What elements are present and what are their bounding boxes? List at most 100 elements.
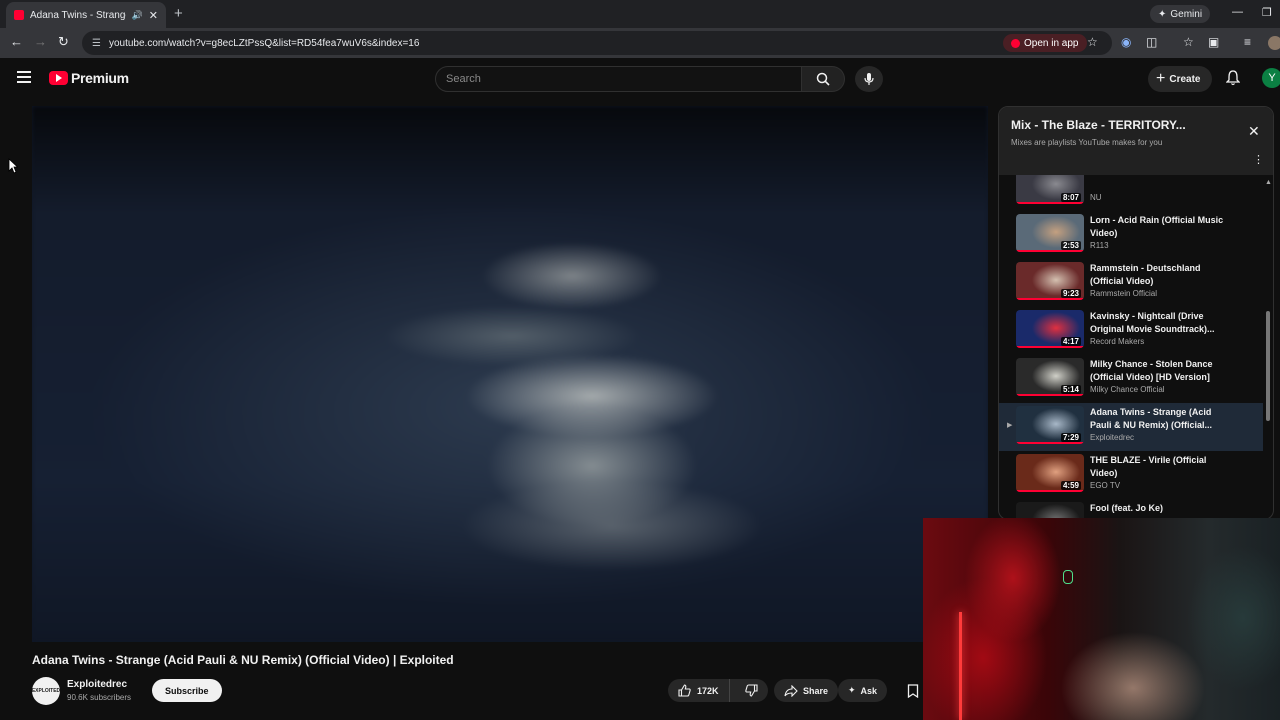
sparkle-ask-icon: ✦	[848, 685, 856, 695]
playlist-item[interactable]: 9:23 Rammstein - Deutschland (Official Vi…	[999, 259, 1263, 307]
extensions-puzzle-icon[interactable]: ◫	[1146, 35, 1157, 49]
playlist-thumbnail[interactable]: 4:59	[1016, 454, 1084, 492]
new-tab-button[interactable]: +	[174, 6, 183, 21]
playlist-item[interactable]: 4:17 Kavinsky - Nightcall (Drive Original…	[999, 307, 1263, 355]
sparkle-icon: ✦	[1158, 8, 1167, 20]
playlist-thumbnail[interactable]: 7:29	[1016, 406, 1084, 444]
minimize-icon[interactable]: —	[1232, 6, 1243, 18]
site-info-icon[interactable]: ☰	[92, 38, 101, 49]
playlist-item-duration: 4:17	[1060, 337, 1081, 346]
playlist-thumbnail[interactable]: 9:23	[1016, 262, 1084, 300]
watched-progress-bar	[1016, 442, 1084, 444]
reload-icon[interactable]: ↻	[58, 35, 69, 49]
ask-button[interactable]: ✦ Ask	[838, 679, 888, 702]
speaker-icon[interactable]: 🔊	[132, 10, 143, 21]
playlist-thumbnail[interactable]: 8:07	[1016, 175, 1084, 204]
share-button[interactable]: Share	[774, 679, 839, 702]
bookmarks-icon[interactable]: ☆	[1183, 35, 1194, 49]
neon-light	[959, 612, 962, 720]
scroll-up-icon[interactable]: ▲	[1265, 179, 1272, 186]
scrollbar-thumb[interactable]	[1266, 311, 1270, 421]
tab-title: Adana Twins - Strange (Acid Pauli & NU R…	[30, 9, 126, 21]
restore-icon[interactable]: ❐	[1262, 6, 1272, 19]
playlist-item-title[interactable]: Milky Chance - Stolen Dance (Official Vi…	[1090, 358, 1225, 384]
watched-progress-bar	[1016, 202, 1084, 204]
playlist-title[interactable]: Mix - The Blaze - TERRITORY...	[1011, 118, 1186, 132]
back-icon[interactable]: ←	[10, 35, 23, 49]
playlist-item-channel: NU	[1090, 193, 1102, 202]
search-box[interactable]	[435, 66, 802, 92]
now-playing-icon: ▶	[1007, 422, 1013, 429]
playlist-thumbnail[interactable]: 2:53	[1016, 214, 1084, 252]
playlist-item[interactable]: 8:07 NU	[999, 175, 1263, 211]
browser-profile-avatar[interactable]	[1268, 36, 1280, 50]
reading-list-icon[interactable]: ≡	[1244, 35, 1251, 49]
playlist-item-duration: 5:14	[1060, 385, 1081, 394]
playlist-item-channel: Milky Chance Official	[1090, 385, 1165, 394]
dislike-button[interactable]	[735, 679, 768, 702]
create-label: Create	[1169, 73, 1201, 85]
search-input[interactable]	[446, 73, 801, 85]
save-bookmark-icon[interactable]	[907, 684, 919, 698]
video-player[interactable]	[32, 106, 988, 642]
extension-icon[interactable]: ◉	[1121, 35, 1131, 49]
microphone-icon	[864, 73, 874, 85]
close-playlist-icon[interactable]: ✕	[1248, 124, 1260, 138]
youtube-logo[interactable]: Premium	[49, 70, 129, 86]
playlist-item-channel: Exploitedrec	[1090, 433, 1135, 442]
playlist-items: 8:07 NU 2:53 Lorn - Acid Rain (Official Mus…	[999, 175, 1263, 519]
playlist-item[interactable]: 6:47Fool (feat. Jo Ke)NU	[999, 499, 1263, 519]
playlist-item-channel: Rammstein Official	[1090, 289, 1157, 298]
playlist-item[interactable]: 5:14 Milky Chance - Stolen Dance (Officia…	[999, 355, 1263, 403]
search-icon	[816, 72, 830, 86]
subscriber-count: 90.6K subscribers	[67, 693, 132, 702]
youtube-favicon-icon	[14, 10, 24, 20]
browser-tab[interactable]: Adana Twins - Strange (Acid Pauli & NU R…	[6, 2, 166, 28]
playlist-item-duration: 8:07	[1060, 193, 1081, 202]
like-button[interactable]: 172K	[668, 679, 730, 702]
url-text: youtube.com/watch?v=g8ecLZtPssQ&list=RD5…	[108, 37, 420, 49]
playlist-item-title[interactable]: Lorn - Acid Rain (Official Music Video)	[1090, 214, 1225, 240]
menu-icon[interactable]	[17, 71, 31, 83]
playlist-item[interactable]: ▶ 7:29 Adana Twins - Strange (Acid Pauli &…	[999, 403, 1263, 451]
account-avatar[interactable]: Y	[1262, 68, 1280, 88]
forward-icon[interactable]: →	[34, 35, 47, 49]
playlist-item-duration: 9:23	[1060, 289, 1081, 298]
channel-avatar[interactable]: EXPLOITED	[32, 677, 60, 705]
channel-name[interactable]: Exploitedrec	[67, 679, 127, 690]
mouse-cursor-icon	[8, 158, 18, 174]
playlist-item[interactable]: 2:53 Lorn - Acid Rain (Official Music Vid…	[999, 211, 1263, 259]
playlist-header: Mix - The Blaze - TERRITORY... Mixes are…	[999, 107, 1273, 175]
watched-progress-bar	[1016, 490, 1084, 492]
playlist-item-title[interactable]: THE BLAZE - Virile (Official Video)	[1090, 454, 1225, 480]
playlist-scrollbar[interactable]: ▲	[1265, 179, 1272, 519]
thumbs-down-icon	[744, 684, 758, 697]
create-button[interactable]: + Create	[1148, 66, 1213, 92]
playlist-item-title[interactable]: Kavinsky - Nightcall (Drive Original Mov…	[1090, 310, 1225, 336]
subscribe-button[interactable]: Subscribe	[152, 679, 222, 702]
playlist-item-title[interactable]: Fool (feat. Jo Ke)	[1090, 502, 1225, 515]
playlist-item[interactable]: 4:59 THE BLAZE - Virile (Official Video) E…	[999, 451, 1263, 499]
ask-label: Ask	[860, 685, 878, 696]
tab-close-icon[interactable]: ✕	[149, 9, 158, 22]
share-icon	[784, 684, 798, 697]
search-button[interactable]	[802, 66, 845, 92]
playlist-item-title[interactable]: Adana Twins - Strange (Acid Pauli & NU R…	[1090, 406, 1225, 432]
playlist-item-title[interactable]: Rammstein - Deutschland (Official Video)	[1090, 262, 1225, 288]
open-in-app-label: Open in app	[1024, 37, 1079, 49]
tab-search-icon[interactable]: ▣	[1208, 35, 1219, 49]
more-options-icon[interactable]: ⋮	[1253, 155, 1264, 166]
webcam-overlay	[923, 518, 1280, 720]
like-dislike-group: 172K	[668, 679, 768, 702]
bookmark-star-icon[interactable]: ☆	[1087, 35, 1098, 49]
browser-tab-strip: Adana Twins - Strange (Acid Pauli & NU R…	[0, 0, 1280, 28]
video-title: Adana Twins - Strange (Acid Pauli & NU R…	[32, 653, 454, 667]
youtube-play-icon	[49, 71, 68, 85]
notifications-bell-icon[interactable]	[1226, 70, 1240, 86]
open-in-app-button[interactable]: Open in app	[1003, 34, 1087, 52]
playlist-thumbnail[interactable]: 5:14	[1016, 358, 1084, 396]
voice-search-button[interactable]	[855, 66, 883, 92]
gemini-button[interactable]: ✦ Gemini	[1150, 5, 1211, 23]
playlist-thumbnail[interactable]: 4:17	[1016, 310, 1084, 348]
address-bar[interactable]: ☰ youtube.com/watch?v=g8ecLZtPssQ&list=R…	[82, 31, 1112, 55]
